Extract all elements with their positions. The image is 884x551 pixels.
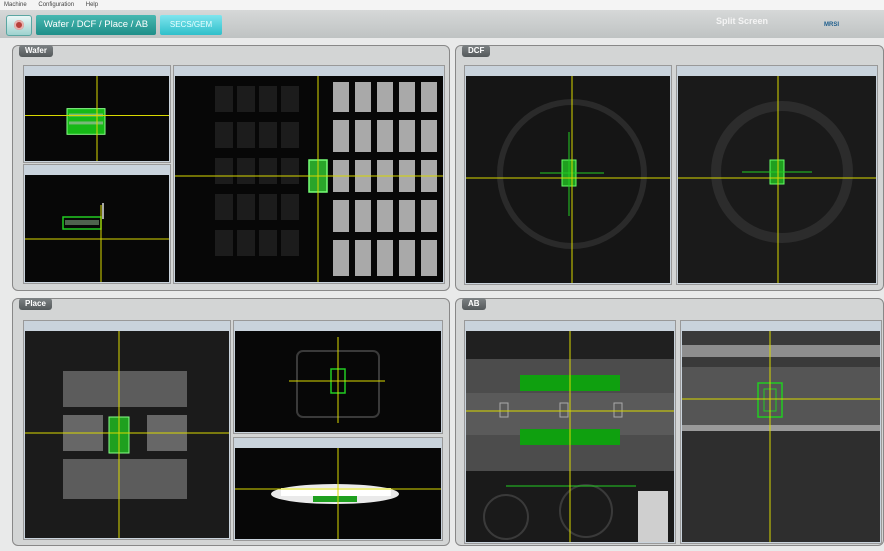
menu-help[interactable]: Help <box>86 2 98 8</box>
camera-view-dcf-left[interactable] <box>464 65 672 285</box>
toolbar: Wafer / DCF / Place / AB SECS/GEM Split … <box>0 10 884 38</box>
ab-panel: AB <box>455 298 884 546</box>
camera-view-place-main[interactable] <box>23 320 231 540</box>
camera-image <box>25 331 229 538</box>
camera-view-wafer-map[interactable] <box>173 65 445 284</box>
camera-image <box>466 331 674 542</box>
tab-wafer-dcf-place-ab[interactable]: Wafer / DCF / Place / AB <box>36 15 156 35</box>
camera-image <box>235 448 441 539</box>
dcf-panel: DCF <box>455 45 884 291</box>
camera-view-ab-left[interactable] <box>464 320 676 544</box>
wafer-panel-title: Wafer <box>19 45 53 57</box>
camera-image <box>678 76 876 283</box>
menu-machine[interactable]: Machine <box>4 2 27 8</box>
camera-image <box>25 175 169 282</box>
camera-image <box>175 76 443 282</box>
camera-image <box>466 76 670 283</box>
split-screen-label: Split Screen <box>716 16 769 26</box>
wafer-panel: Wafer <box>12 45 450 291</box>
place-panel: Place <box>12 298 450 546</box>
tab-secs-gem[interactable]: SECS/GEM <box>160 15 222 35</box>
menu-configuration[interactable]: Configuration <box>38 2 74 8</box>
camera-view-small-bottom[interactable] <box>23 164 171 284</box>
camera-image <box>25 76 169 161</box>
camera-view-ab-right[interactable] <box>680 320 882 544</box>
camera-view-place-top-right[interactable] <box>233 320 443 434</box>
camera-view-small-top[interactable] <box>23 65 171 163</box>
camera-view-dcf-right[interactable] <box>676 65 878 285</box>
home-icon[interactable] <box>6 15 32 36</box>
camera-image <box>235 331 441 432</box>
camera-view-place-bottom-right[interactable] <box>233 437 443 541</box>
dcf-panel-title: DCF <box>462 45 491 57</box>
company-logo: MRSI <box>824 22 839 28</box>
camera-image <box>682 331 880 542</box>
place-panel-title: Place <box>19 298 52 310</box>
menu-bar: Machine Configuration Help <box>0 0 884 10</box>
ab-panel-title: AB <box>462 298 486 310</box>
